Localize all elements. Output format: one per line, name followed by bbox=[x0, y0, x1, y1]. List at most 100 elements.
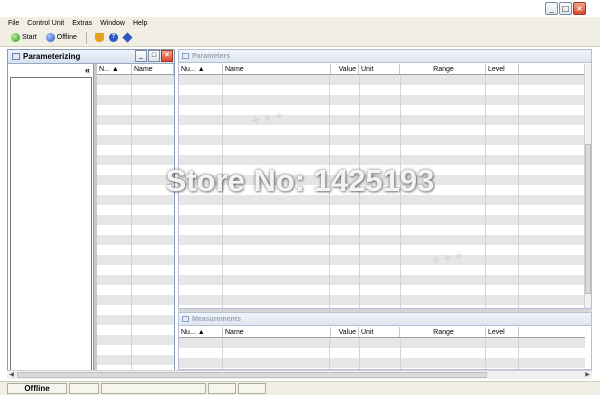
table-row[interactable] bbox=[97, 225, 174, 235]
table-row[interactable] bbox=[97, 285, 174, 295]
table-row[interactable] bbox=[97, 95, 174, 105]
table-row[interactable] bbox=[179, 145, 585, 155]
table-row[interactable] bbox=[97, 125, 174, 135]
table-row[interactable] bbox=[97, 275, 174, 285]
parameterizing-table: N... ▲ Name bbox=[97, 64, 174, 374]
table-row[interactable] bbox=[97, 265, 174, 275]
table-row[interactable] bbox=[179, 115, 585, 125]
table-row[interactable] bbox=[97, 355, 174, 365]
table-row[interactable] bbox=[97, 345, 174, 355]
scrollbar-thumb[interactable] bbox=[17, 372, 487, 378]
column-header-number[interactable]: Nu... ▲ bbox=[179, 327, 223, 337]
column-header-number[interactable]: Nu... ▲ bbox=[179, 64, 223, 74]
table-cell bbox=[360, 295, 401, 305]
column-header-name[interactable]: Name bbox=[223, 64, 331, 74]
table-row[interactable] bbox=[179, 215, 585, 225]
table-row[interactable] bbox=[179, 348, 585, 358]
table-row[interactable] bbox=[179, 338, 585, 348]
scroll-right-icon[interactable]: ▶ bbox=[583, 371, 592, 379]
table-row[interactable] bbox=[97, 245, 174, 255]
column-header-range[interactable]: Range bbox=[400, 327, 486, 337]
table-row[interactable] bbox=[179, 255, 585, 265]
horizontal-scrollbar[interactable]: ◀ ▶ bbox=[7, 370, 592, 379]
table-row[interactable] bbox=[179, 125, 585, 135]
table-row[interactable] bbox=[97, 305, 174, 315]
table-row[interactable] bbox=[97, 85, 174, 95]
table-row[interactable] bbox=[179, 245, 585, 255]
table-row[interactable] bbox=[179, 295, 585, 305]
menu-help[interactable]: Help bbox=[133, 20, 147, 27]
collapse-icon[interactable]: « bbox=[85, 65, 90, 75]
table-cell bbox=[360, 338, 401, 348]
table-cell bbox=[330, 135, 361, 145]
table-cell bbox=[223, 205, 331, 215]
tree-view[interactable] bbox=[10, 77, 92, 371]
table-row[interactable] bbox=[97, 115, 174, 125]
column-header-level[interactable]: Level bbox=[486, 64, 519, 74]
table-row[interactable] bbox=[97, 105, 174, 115]
close-icon[interactable]: × bbox=[573, 2, 586, 15]
menu-file[interactable]: File bbox=[8, 20, 19, 27]
table-row[interactable] bbox=[97, 325, 174, 335]
column-header-unit[interactable]: Unit bbox=[359, 327, 400, 337]
table-row[interactable] bbox=[179, 105, 585, 115]
offline-button[interactable]: Offline bbox=[45, 33, 77, 42]
minimize-icon[interactable]: _ bbox=[545, 2, 558, 15]
table-row[interactable] bbox=[179, 205, 585, 215]
menu-window[interactable]: Window bbox=[100, 20, 125, 27]
table-cell bbox=[330, 285, 361, 295]
table-row[interactable] bbox=[97, 315, 174, 325]
table-cell bbox=[519, 75, 585, 85]
table-row[interactable] bbox=[179, 275, 585, 285]
table-row[interactable] bbox=[179, 285, 585, 295]
help-icon[interactable]: ? bbox=[108, 33, 118, 42]
coffee-icon[interactable] bbox=[94, 33, 104, 42]
column-header-name[interactable]: Name bbox=[223, 327, 331, 337]
column-header-value[interactable]: Value bbox=[331, 64, 359, 74]
column-header-number[interactable]: N... ▲ bbox=[97, 64, 132, 74]
table-row[interactable] bbox=[179, 135, 585, 145]
column-header-range[interactable]: Range bbox=[400, 64, 486, 74]
panel-maximize-icon[interactable]: □ bbox=[148, 50, 160, 62]
column-header-level[interactable]: Level bbox=[486, 327, 519, 337]
table-body bbox=[179, 338, 585, 369]
table-row[interactable] bbox=[179, 225, 585, 235]
table-cell bbox=[330, 145, 361, 155]
table-row[interactable] bbox=[97, 75, 174, 85]
panel-close-icon[interactable]: × bbox=[161, 50, 173, 62]
table-cell bbox=[519, 275, 585, 285]
table-cell bbox=[401, 125, 487, 135]
menu-extras[interactable]: Extras bbox=[72, 20, 92, 27]
table-row[interactable] bbox=[179, 95, 585, 105]
table-row[interactable] bbox=[179, 235, 585, 245]
table-cell bbox=[486, 115, 520, 125]
table-cell bbox=[486, 205, 520, 215]
table-row[interactable] bbox=[97, 135, 174, 145]
table-row[interactable] bbox=[179, 265, 585, 275]
start-label: Start bbox=[22, 34, 37, 41]
panel-minimize-icon[interactable]: _ bbox=[135, 50, 147, 62]
column-header-name[interactable]: Name bbox=[132, 64, 174, 74]
column-header-unit[interactable]: Unit bbox=[359, 64, 400, 74]
table-cell bbox=[132, 105, 174, 115]
table-row[interactable] bbox=[97, 295, 174, 305]
table-row[interactable] bbox=[179, 305, 585, 308]
table-row[interactable] bbox=[97, 255, 174, 265]
table-cell bbox=[330, 115, 361, 125]
table-row[interactable] bbox=[179, 358, 585, 368]
scroll-left-icon[interactable]: ◀ bbox=[7, 371, 16, 379]
start-button[interactable]: Start bbox=[11, 33, 37, 42]
menu-control-unit[interactable]: Control Unit bbox=[27, 20, 64, 27]
table-cell bbox=[132, 335, 174, 345]
table-row[interactable] bbox=[97, 145, 174, 155]
info-icon[interactable] bbox=[122, 32, 133, 43]
maximize-icon[interactable]: □ bbox=[559, 2, 572, 15]
column-header-value[interactable]: Value bbox=[331, 327, 359, 337]
table-row[interactable] bbox=[179, 75, 585, 85]
table-row[interactable] bbox=[97, 205, 174, 215]
table-row[interactable] bbox=[179, 85, 585, 95]
table-row[interactable] bbox=[97, 215, 174, 225]
table-cell bbox=[179, 75, 223, 85]
table-row[interactable] bbox=[97, 335, 174, 345]
table-row[interactable] bbox=[97, 235, 174, 245]
